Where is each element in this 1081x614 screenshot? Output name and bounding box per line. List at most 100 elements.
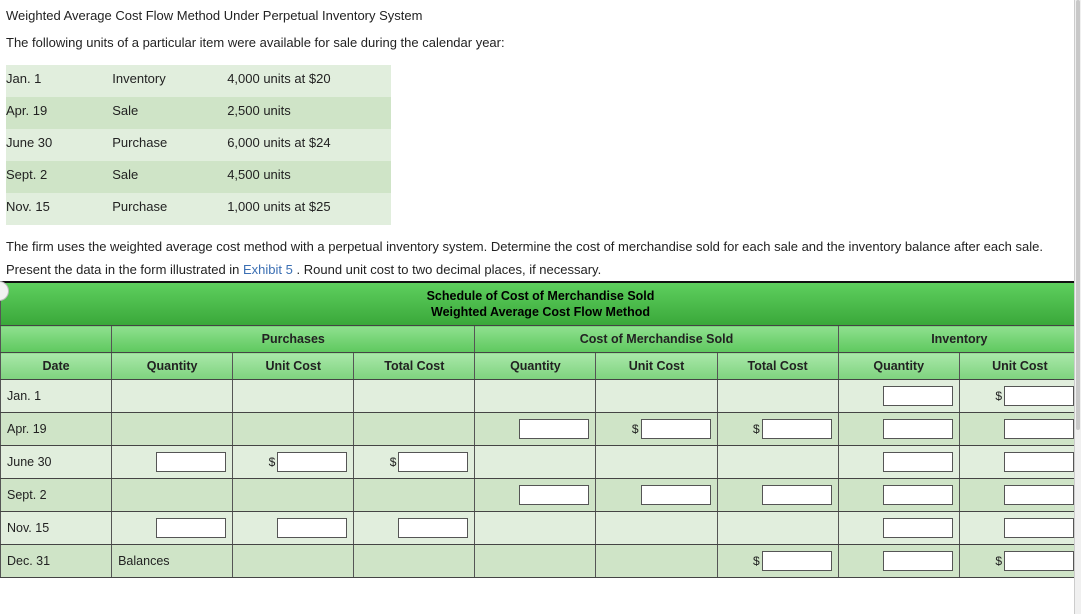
group-purchases: Purchases (112, 326, 475, 353)
col-purchases-qty: Quantity (112, 353, 233, 380)
input-i_qty[interactable] (883, 386, 953, 406)
input-i_qty[interactable] (883, 419, 953, 439)
transaction-type: Sale (112, 161, 227, 193)
cell-c_qty (475, 380, 596, 413)
transaction-row: Jan. 1Inventory4,000 units at $20 (6, 65, 391, 97)
input-i_uc[interactable] (1004, 518, 1074, 538)
cell-c_tc (717, 512, 838, 545)
cell-c_qty (475, 512, 596, 545)
input-c_qty[interactable] (519, 419, 589, 439)
cell-p_uc (233, 545, 354, 578)
input-c_tc[interactable] (762, 485, 832, 505)
col-cogs-qty: Quantity (475, 353, 596, 380)
cell-p_uc (233, 512, 354, 545)
col-date: Date (1, 353, 112, 380)
input-i_qty[interactable] (883, 518, 953, 538)
input-i_uc[interactable] (1004, 485, 1074, 505)
cell-p_tc (354, 479, 475, 512)
transaction-detail: 1,000 units at $25 (227, 193, 390, 225)
cell-c_uc: $ (596, 413, 717, 446)
input-c_uc[interactable] (641, 419, 711, 439)
cell-p_qty: Balances (112, 545, 233, 578)
schedule-row: Apr. 19 $ $ (1, 413, 1081, 446)
schedule-row: Nov. 15 (1, 512, 1081, 545)
cell-p_tc: $ (354, 446, 475, 479)
input-i_uc[interactable] (1004, 551, 1074, 571)
cell-date: Dec. 31 (1, 545, 112, 578)
input-i_qty[interactable] (883, 452, 953, 472)
transaction-detail: 2,500 units (227, 97, 390, 129)
input-i_qty[interactable] (883, 485, 953, 505)
transaction-date: Apr. 19 (6, 97, 112, 129)
cell-p_qty (112, 512, 233, 545)
exhibit-link[interactable]: Exhibit 5 (243, 262, 293, 277)
input-c_uc[interactable] (641, 485, 711, 505)
input-i_qty[interactable] (883, 551, 953, 571)
vertical-scrollbar[interactable] (1074, 0, 1081, 614)
cell-i_uc (959, 512, 1080, 545)
currency-prefix: $ (995, 554, 1002, 568)
col-cogs-unit-cost: Unit Cost (596, 353, 717, 380)
scrollbar-thumb[interactable] (1076, 0, 1080, 430)
currency-prefix: $ (390, 455, 397, 469)
transaction-date: Nov. 15 (6, 193, 112, 225)
schedule-title-1: Schedule of Cost of Merchandise Sold (7, 289, 1074, 303)
input-c_qty[interactable] (519, 485, 589, 505)
input-p_tc[interactable] (398, 518, 468, 538)
currency-prefix: $ (632, 422, 639, 436)
col-cogs-total-cost: Total Cost (717, 353, 838, 380)
cell-p_tc (354, 512, 475, 545)
cell-c_qty (475, 446, 596, 479)
cell-c_uc (596, 545, 717, 578)
cell-date: June 30 (1, 446, 112, 479)
cell-i_qty (838, 479, 959, 512)
col-purchases-unit-cost: Unit Cost (233, 353, 354, 380)
input-p_qty[interactable] (156, 518, 226, 538)
cell-p_tc (354, 413, 475, 446)
transaction-row: June 30Purchase6,000 units at $24 (6, 129, 391, 161)
cell-date: Apr. 19 (1, 413, 112, 446)
input-p_uc[interactable] (277, 452, 347, 472)
cell-date: Sept. 2 (1, 479, 112, 512)
instructions: The firm uses the weighted average cost … (6, 235, 1071, 282)
input-p_tc[interactable] (398, 452, 468, 472)
currency-prefix: $ (753, 422, 760, 436)
cell-c_uc (596, 380, 717, 413)
transaction-detail: 4,500 units (227, 161, 390, 193)
cell-i_uc: $ (959, 380, 1080, 413)
cell-i_uc: $ (959, 545, 1080, 578)
cell-i_qty (838, 380, 959, 413)
cell-c_qty (475, 545, 596, 578)
transaction-detail: 4,000 units at $20 (227, 65, 390, 97)
input-i_uc[interactable] (1004, 386, 1074, 406)
schedule-header: Schedule of Cost of Merchandise Sold Wei… (1, 282, 1081, 326)
cell-p_uc (233, 479, 354, 512)
cell-c_tc (717, 380, 838, 413)
cell-date: Nov. 15 (1, 512, 112, 545)
transaction-detail: 6,000 units at $24 (227, 129, 390, 161)
cell-c_uc (596, 479, 717, 512)
schedule-row: Sept. 2 (1, 479, 1081, 512)
schedule-title-2: Weighted Average Cost Flow Method (431, 305, 650, 319)
col-purchases-total-cost: Total Cost (354, 353, 475, 380)
input-c_tc[interactable] (762, 551, 832, 571)
cell-p_uc (233, 380, 354, 413)
input-p_qty[interactable] (156, 452, 226, 472)
cell-i_qty (838, 512, 959, 545)
input-p_uc[interactable] (277, 518, 347, 538)
schedule-row: Dec. 31Balances$$ (1, 545, 1081, 578)
group-blank (1, 326, 112, 353)
col-inventory-qty: Quantity (838, 353, 959, 380)
input-i_uc[interactable] (1004, 419, 1074, 439)
col-inventory-unit-cost: Unit Cost (959, 353, 1080, 380)
cell-c_tc: $ (717, 413, 838, 446)
transaction-row: Sept. 2Sale4,500 units (6, 161, 391, 193)
transaction-type: Purchase (112, 193, 227, 225)
transaction-type: Purchase (112, 129, 227, 161)
transaction-date: June 30 (6, 129, 112, 161)
cell-c_tc (717, 479, 838, 512)
input-i_uc[interactable] (1004, 452, 1074, 472)
input-c_tc[interactable] (762, 419, 832, 439)
group-cogs: Cost of Merchandise Sold (475, 326, 838, 353)
transaction-row: Apr. 19Sale2,500 units (6, 97, 391, 129)
